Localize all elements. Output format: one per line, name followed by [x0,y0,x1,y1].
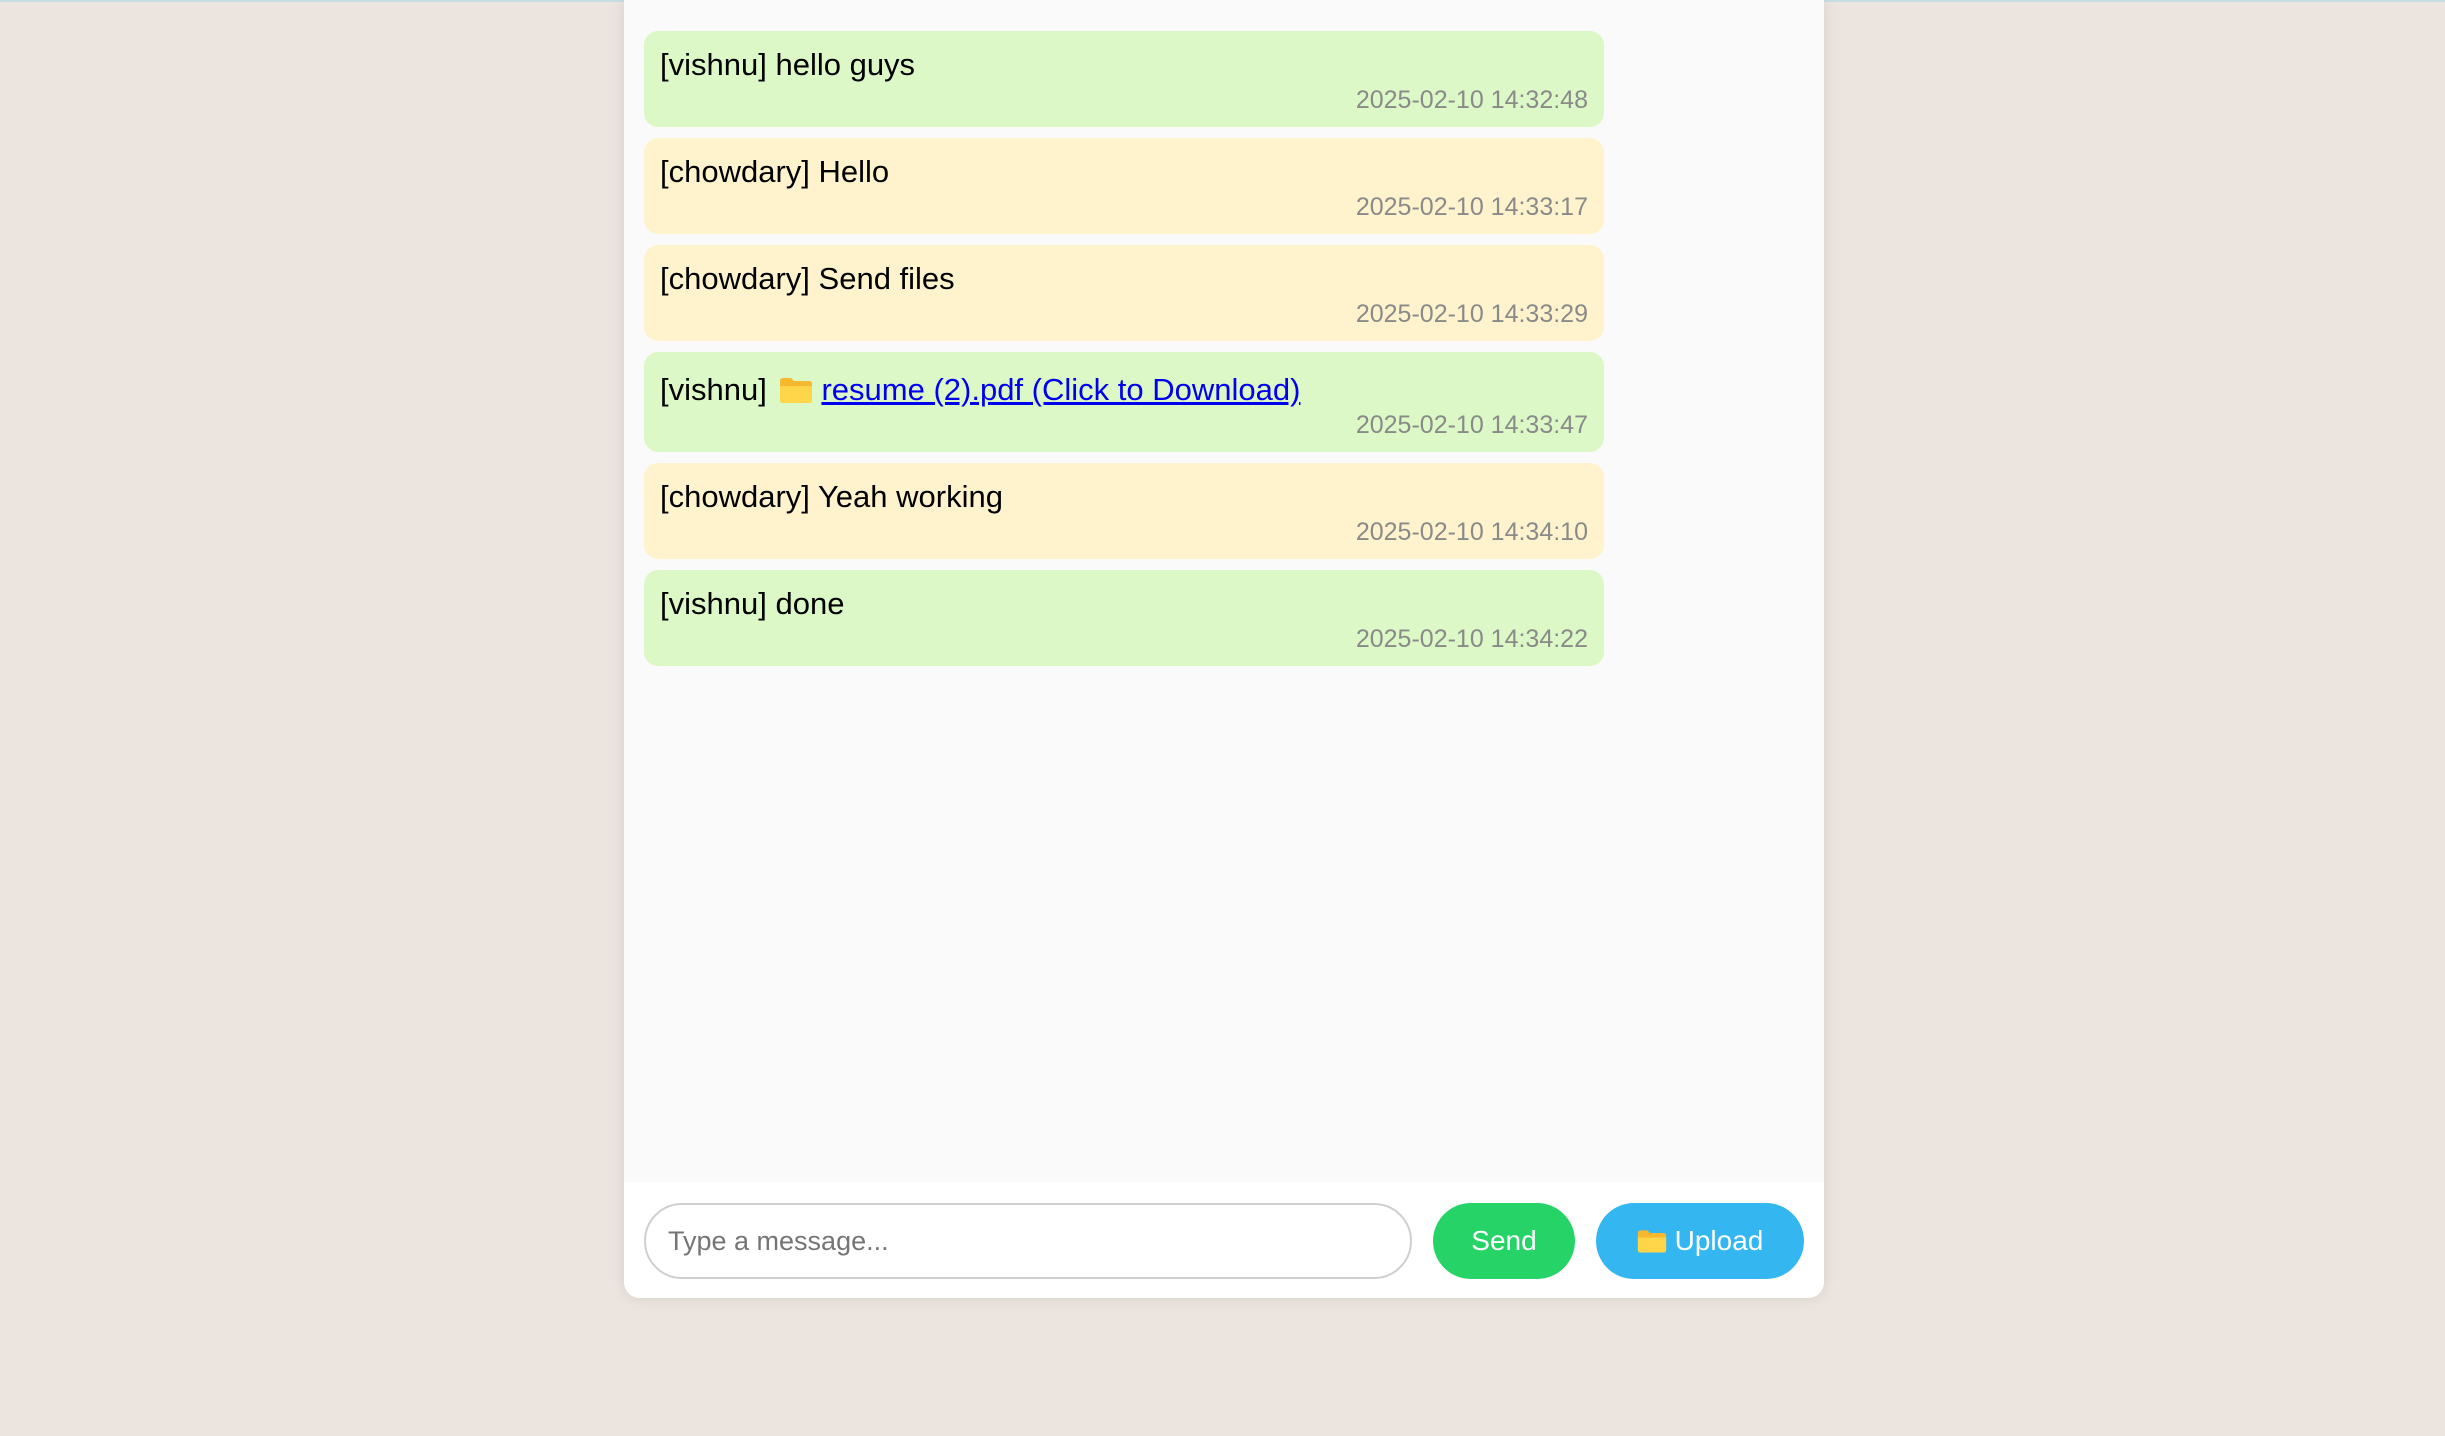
message-bubble: [chowdary] Yeah working 2025-02-10 14:34… [644,463,1604,559]
message-body: Send files [818,261,955,296]
composer-bar: Send Upload [624,1182,1824,1298]
send-button[interactable]: Send [1433,1203,1575,1279]
message-list[interactable]: [vishnu] hello guys 2025-02-10 14:32:48 … [644,31,1604,677]
message-sender: [vishnu] [660,372,767,407]
message-timestamp: 2025-02-10 14:33:17 [1355,193,1588,221]
message-bubble: [vishnu] hello guys 2025-02-10 14:32:48 [644,31,1604,127]
message-text: [vishnu] done [660,586,1588,622]
message-text: [chowdary] Send files [660,261,1588,297]
file-download-link[interactable]: resume (2).pdf (Click to Download) [775,372,1300,407]
message-sender: [vishnu] [660,47,767,82]
message-timestamp: 2025-02-10 14:32:48 [1355,86,1588,114]
message-body: Hello [818,154,890,189]
message-input[interactable] [644,1203,1412,1279]
upload-button[interactable]: Upload [1596,1203,1804,1279]
message-bubble: [chowdary] Hello 2025-02-10 14:33:17 [644,138,1604,234]
message-timestamp: 2025-02-10 14:33:29 [1355,300,1588,328]
message-body: Yeah working [817,479,1003,514]
message-body: done [775,586,845,621]
folder-icon [780,378,813,403]
message-sender: [chowdary] [660,479,810,514]
file-link-text[interactable]: resume (2).pdf (Click to Download) [821,372,1300,407]
message-timestamp: 2025-02-10 14:34:22 [1355,625,1588,653]
message-sender: [vishnu] [660,586,767,621]
message-text: [chowdary] Yeah working [660,479,1588,515]
message-sender: [chowdary] [660,261,810,296]
message-bubble-file: [vishnu] resume (2).pdf (Click to Downlo… [644,352,1604,452]
message-timestamp: 2025-02-10 14:34:10 [1355,518,1588,546]
upload-button-label: Upload [1674,1225,1764,1256]
folder-icon [1637,1230,1666,1253]
message-text: [vishnu] hello guys [660,47,1588,83]
message-bubble: [vishnu] done 2025-02-10 14:34:22 [644,570,1604,666]
message-timestamp: 2025-02-10 14:33:47 [1355,411,1588,439]
message-body: hello guys [775,47,916,82]
message-sender: [chowdary] [660,154,810,189]
message-bubble: [chowdary] Send files 2025-02-10 14:33:2… [644,245,1604,341]
chat-panel: [vishnu] hello guys 2025-02-10 14:32:48 … [624,0,1824,1298]
message-text: [chowdary] Hello [660,154,1588,190]
message-text: [vishnu] resume (2).pdf (Click to Downlo… [660,372,1588,408]
